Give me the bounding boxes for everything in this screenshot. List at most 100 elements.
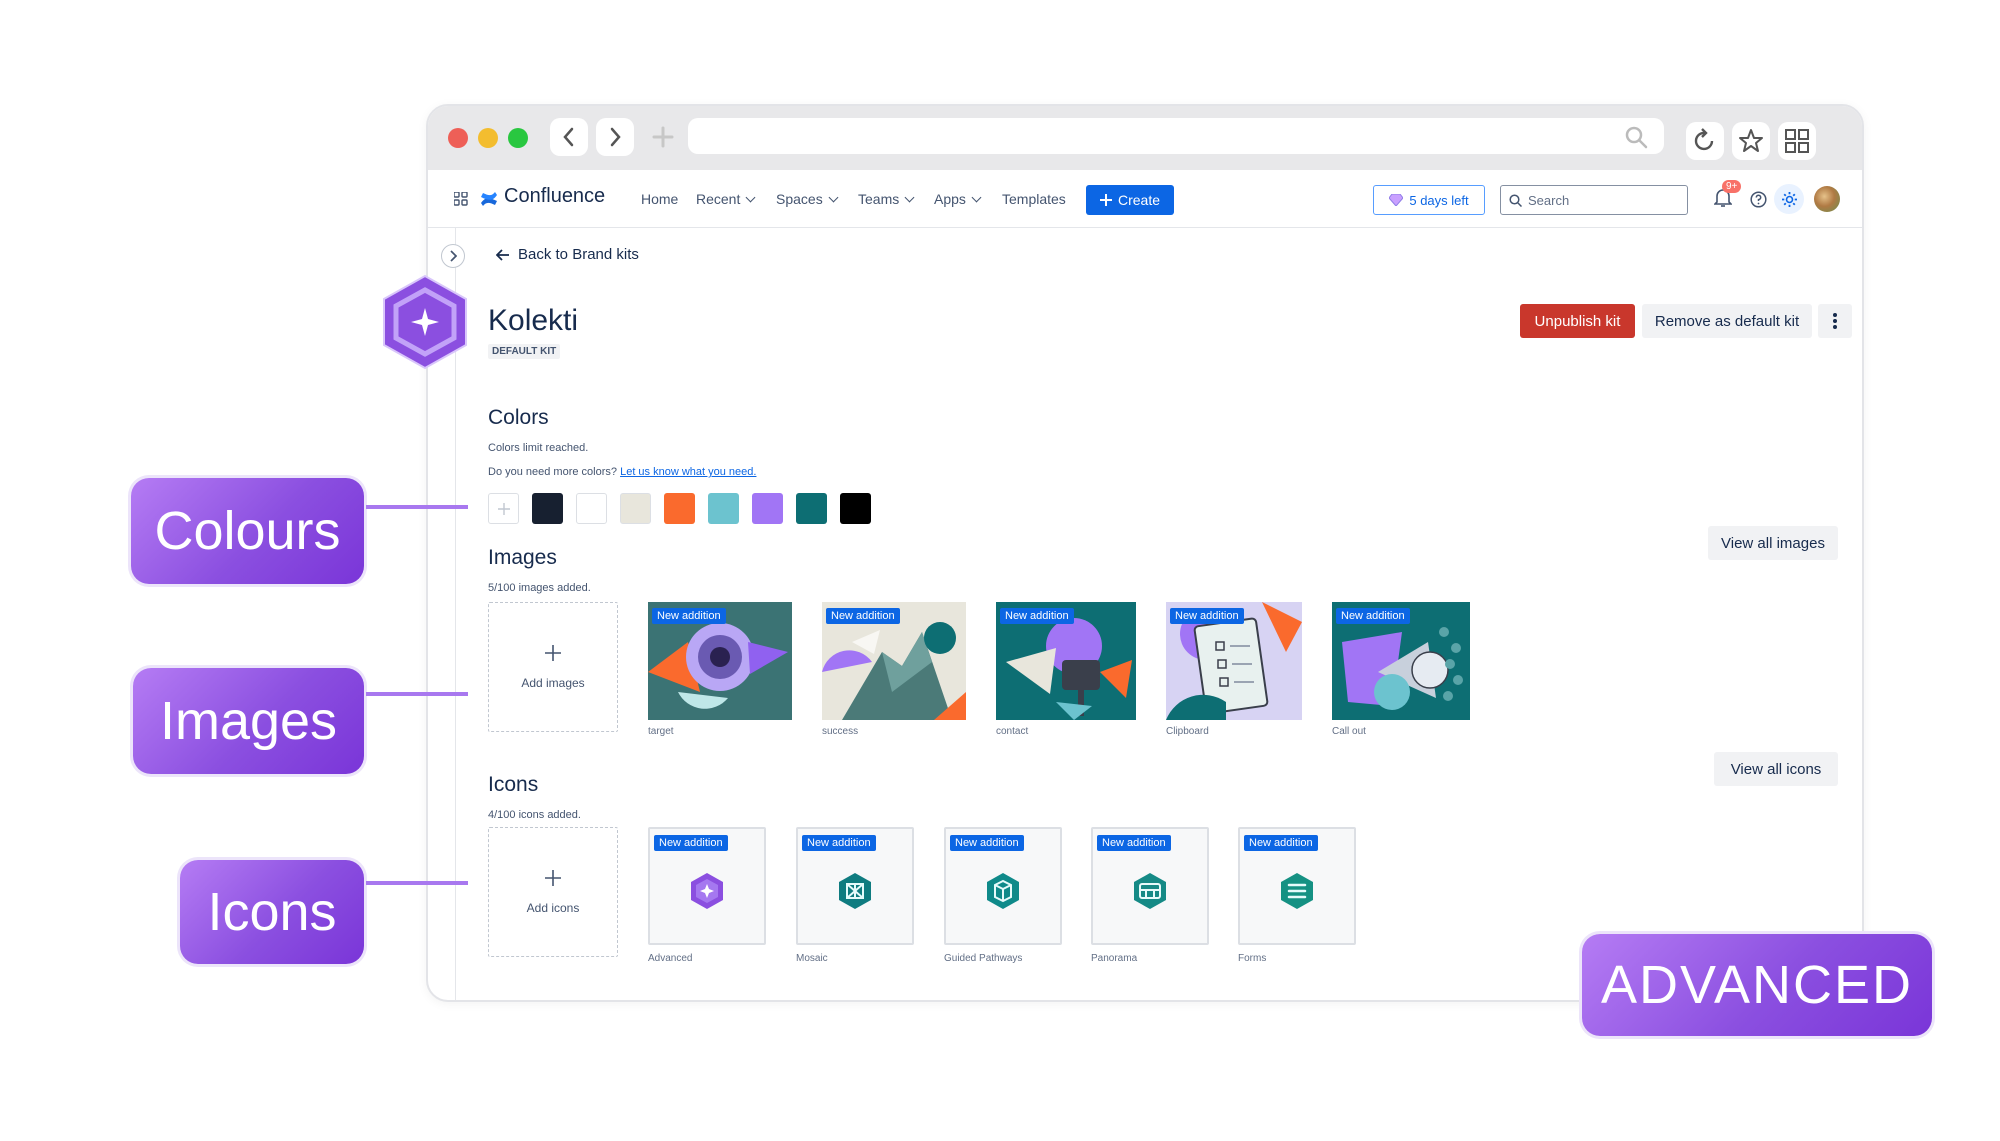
confluence-logo-icon[interactable] <box>480 190 498 208</box>
icon-tile-panorama[interactable]: New addition <box>1091 827 1209 945</box>
icon-tile-guided-pathways[interactable]: New addition <box>944 827 1062 945</box>
nav-templates[interactable]: Templates <box>1002 191 1066 207</box>
colors-limit-text: Colors limit reached. <box>488 442 589 454</box>
expand-sidebar-button[interactable] <box>441 244 465 268</box>
color-swatch[interactable] <box>840 493 871 524</box>
search-input[interactable]: Search <box>1500 185 1688 215</box>
mosaic-icon <box>839 873 871 909</box>
trial-button[interactable]: 5 days left <box>1373 185 1485 215</box>
unpublish-kit-button[interactable]: Unpublish kit <box>1520 304 1635 338</box>
chevron-down-icon <box>828 192 839 203</box>
tab-overview-button[interactable] <box>1778 122 1816 160</box>
new-addition-badge: New addition <box>1336 608 1410 624</box>
image-tile-target[interactable]: New addition <box>648 602 792 720</box>
nav-recent[interactable]: Recent <box>696 191 756 207</box>
add-icons-label: Add icons <box>526 901 580 915</box>
help-icon[interactable] <box>1750 191 1767 208</box>
address-bar[interactable] <box>688 118 1664 154</box>
new-addition-badge: New addition <box>826 608 900 624</box>
chevron-right-icon <box>610 127 621 147</box>
view-all-icons-button[interactable]: View all icons <box>1714 752 1838 786</box>
forms-icon <box>1281 873 1313 909</box>
nav-spaces[interactable]: Spaces <box>776 191 839 207</box>
arrow-left-icon <box>496 248 509 261</box>
maximize-window-button[interactable] <box>508 128 528 148</box>
back-nav-button[interactable] <box>550 118 588 156</box>
image-tile-success[interactable]: New addition <box>822 602 966 720</box>
guided-pathways-icon <box>987 873 1019 909</box>
notification-count-badge: 9+ <box>1722 180 1742 193</box>
nav-home[interactable]: Home <box>641 191 678 207</box>
image-caption: target <box>648 726 674 737</box>
icons-count-text: 4/100 icons added. <box>488 809 581 821</box>
avatar[interactable] <box>1814 186 1840 212</box>
colors-question: Do you need more colors? Let us know wha… <box>488 466 756 478</box>
color-swatch[interactable] <box>796 493 827 524</box>
nav-teams-label: Teams <box>858 191 900 207</box>
new-addition-badge: New addition <box>1244 835 1318 851</box>
plus-icon <box>497 502 510 515</box>
chevron-down-icon <box>904 192 915 203</box>
new-addition-badge: New addition <box>1170 608 1244 624</box>
reload-icon <box>1694 128 1714 151</box>
color-swatch[interactable] <box>664 493 695 524</box>
new-addition-badge: New addition <box>1000 608 1074 624</box>
images-count-text: 5/100 images added. <box>488 582 591 594</box>
advanced-icon <box>691 873 723 909</box>
nav-apps-label: Apps <box>934 191 966 207</box>
color-swatch[interactable] <box>620 493 651 524</box>
color-swatch[interactable] <box>752 493 783 524</box>
image-tile-call-out[interactable]: New addition <box>1332 602 1470 720</box>
notifications-button[interactable]: 9+ <box>1713 180 1742 210</box>
bookmark-button[interactable] <box>1732 122 1770 160</box>
icon-tile-advanced[interactable]: New addition <box>648 827 766 945</box>
add-color-button[interactable] <box>488 493 519 524</box>
color-swatch[interactable] <box>576 493 607 524</box>
nav-spaces-label: Spaces <box>776 191 823 207</box>
back-to-brand-kits-link[interactable]: Back to Brand kits <box>496 246 639 263</box>
page-title: Kolekti <box>488 304 579 337</box>
image-caption: Call out <box>1332 726 1366 737</box>
new-tab-button[interactable] <box>644 118 682 156</box>
search-icon <box>1625 126 1648 149</box>
nav-teams[interactable]: Teams <box>858 191 915 207</box>
search-icon <box>1509 193 1522 207</box>
icon-tile-forms[interactable]: New addition <box>1238 827 1356 945</box>
images-heading: Images <box>488 546 557 569</box>
settings-button[interactable] <box>1774 184 1804 214</box>
color-swatch[interactable] <box>532 493 563 524</box>
image-caption: Clipboard <box>1166 726 1209 737</box>
forward-nav-button[interactable] <box>596 118 634 156</box>
confluence-topbar: Confluence Home Recent Spaces Teams Apps… <box>428 170 1862 228</box>
icon-caption: Panorama <box>1091 953 1138 964</box>
colors-feedback-link[interactable]: Let us know what you need. <box>620 466 756 478</box>
app-switcher-icon[interactable] <box>454 192 468 206</box>
reload-button[interactable] <box>1686 122 1724 160</box>
more-vertical-icon <box>1833 313 1837 329</box>
grid-icon <box>1785 129 1809 153</box>
colours-callout: Colours <box>131 478 364 584</box>
more-actions-button[interactable] <box>1818 304 1852 338</box>
add-icons-button[interactable]: Add icons <box>488 827 618 957</box>
icons-heading: Icons <box>488 773 539 796</box>
colors-heading: Colors <box>488 406 549 429</box>
icon-tile-mosaic[interactable]: New addition <box>796 827 914 945</box>
back-link-label: Back to Brand kits <box>518 246 639 263</box>
new-addition-badge: New addition <box>654 835 728 851</box>
close-window-button[interactable] <box>448 128 468 148</box>
color-swatch[interactable] <box>708 493 739 524</box>
minimize-window-button[interactable] <box>478 128 498 148</box>
image-tile-contact[interactable]: New addition <box>996 602 1136 720</box>
add-images-button[interactable]: Add images <box>488 602 618 732</box>
create-button[interactable]: Create <box>1086 185 1174 215</box>
chevron-left-icon <box>563 127 574 147</box>
icon-caption: Mosaic <box>796 953 828 964</box>
create-button-label: Create <box>1117 192 1161 208</box>
remove-default-kit-button[interactable]: Remove as default kit <box>1642 304 1812 338</box>
new-addition-badge: New addition <box>1097 835 1171 851</box>
view-all-images-button[interactable]: View all images <box>1708 526 1838 560</box>
nav-apps[interactable]: Apps <box>934 191 982 207</box>
image-tile-clipboard[interactable]: New addition <box>1166 602 1302 720</box>
app-name[interactable]: Confluence <box>504 185 605 208</box>
star-icon <box>1739 129 1763 152</box>
